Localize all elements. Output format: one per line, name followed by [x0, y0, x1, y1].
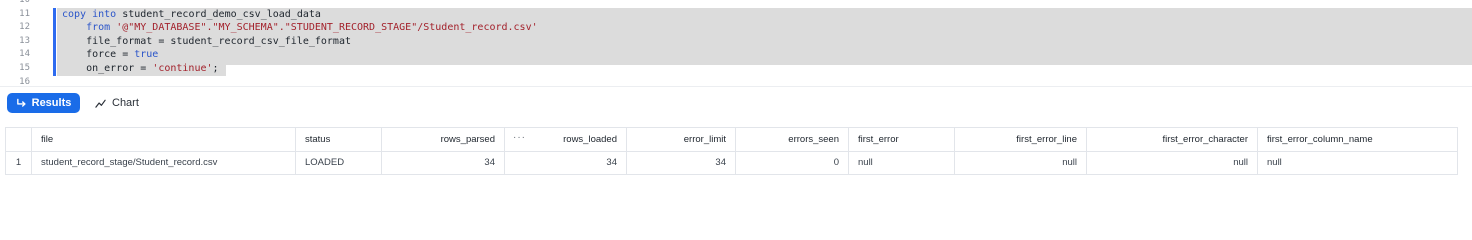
code-token: copy into	[62, 9, 123, 20]
column-header-file[interactable]: file	[31, 128, 295, 151]
sql-editor[interactable]: 10 11 copy into student_record_demo_csv_…	[0, 0, 1472, 86]
code-line: 15 on_error = 'continue';	[0, 62, 1472, 75]
code-token: ;	[212, 63, 219, 74]
cell-error-limit[interactable]: 34	[626, 151, 735, 174]
code-text: file_format = student_record_csv_file_fo…	[62, 35, 351, 48]
line-number: 12	[19, 22, 30, 32]
code-line: 11 copy into student_record_demo_csv_loa…	[0, 8, 1472, 21]
code-line: 10	[0, 0, 1472, 7]
cell-rows-parsed[interactable]: 34	[381, 151, 504, 174]
code-text: from '@"MY_DATABASE"."MY_SCHEMA"."STUDEN…	[62, 21, 538, 34]
code-line: 12 from '@"MY_DATABASE"."MY_SCHEMA"."STU…	[0, 21, 1472, 34]
table-right-border	[1457, 127, 1458, 175]
column-header-rows-parsed[interactable]: rows_parsed	[381, 128, 504, 151]
column-header-first-error-column-name[interactable]: first_error_column_name	[1257, 128, 1457, 151]
code-text: copy into student_record_demo_csv_load_d…	[62, 8, 321, 21]
line-number: 10	[19, 0, 30, 5]
result-tabs: Results Chart	[0, 86, 1472, 119]
cell-first-error-column-name[interactable]: null	[1257, 151, 1457, 174]
column-header-first-error-character[interactable]: first_error_character	[1086, 128, 1257, 151]
results-tab-button[interactable]: Results	[7, 93, 80, 113]
more-columns-icon[interactable]: ···	[513, 128, 526, 149]
code-token: file_format = student_record_csv_file_fo…	[62, 36, 351, 47]
cell-file[interactable]: student_record_stage/Student_record.csv	[31, 151, 295, 174]
code-token: force =	[62, 49, 135, 60]
table-header-row: file status rows_parsed ··· rows_loaded …	[5, 127, 1457, 152]
cell-first-error-line[interactable]: null	[954, 151, 1086, 174]
cell-errors-seen[interactable]: 0	[735, 151, 848, 174]
line-number: 16	[19, 77, 30, 86]
table-row[interactable]: 1 student_record_stage/Student_record.cs…	[5, 151, 1457, 175]
column-header-status[interactable]: status	[295, 128, 381, 151]
cell-rows-loaded[interactable]: 34	[504, 151, 626, 174]
line-number: 15	[19, 63, 30, 73]
column-header-error-limit[interactable]: error_limit	[626, 128, 735, 151]
chart-tab-button[interactable]: Chart	[95, 93, 139, 113]
line-number: 13	[19, 36, 30, 46]
chart-tab-label: Chart	[112, 97, 139, 109]
line-number: 11	[19, 9, 30, 19]
row-index: 1	[5, 151, 31, 174]
column-header-first-error-line[interactable]: first_error_line	[954, 128, 1086, 151]
code-token: student_record_demo_csv_load_data	[122, 9, 321, 20]
code-text: on_error = 'continue';	[62, 62, 219, 75]
code-line: 13 file_format = student_record_csv_file…	[0, 35, 1472, 48]
code-token: on_error =	[62, 63, 153, 74]
column-header-rows-loaded[interactable]: ··· rows_loaded	[504, 128, 626, 151]
results-tab-label: Results	[31, 97, 72, 109]
code-token: 'continue'	[152, 63, 213, 74]
column-header-first-error[interactable]: first_error	[848, 128, 954, 151]
column-header-errors-seen[interactable]: errors_seen	[735, 128, 848, 151]
row-index-header	[5, 128, 31, 151]
cell-status[interactable]: LOADED	[295, 151, 381, 174]
code-text: force = true	[62, 48, 158, 61]
code-line: 14 force = true	[0, 48, 1472, 61]
return-arrow-icon	[16, 98, 26, 107]
code-token: true	[134, 49, 159, 60]
code-token: from	[62, 22, 117, 33]
code-line: 16	[0, 76, 1472, 86]
line-chart-icon	[95, 99, 106, 108]
cell-first-error-character[interactable]: null	[1086, 151, 1257, 174]
results-table: file status rows_parsed ··· rows_loaded …	[5, 127, 1458, 175]
column-header-rows-loaded-label: rows_loaded	[563, 134, 617, 145]
cell-first-error[interactable]: null	[848, 151, 954, 174]
line-number: 14	[19, 49, 30, 59]
code-token: '@"MY_DATABASE"."MY_SCHEMA"."STUDENT_REC…	[116, 22, 538, 33]
